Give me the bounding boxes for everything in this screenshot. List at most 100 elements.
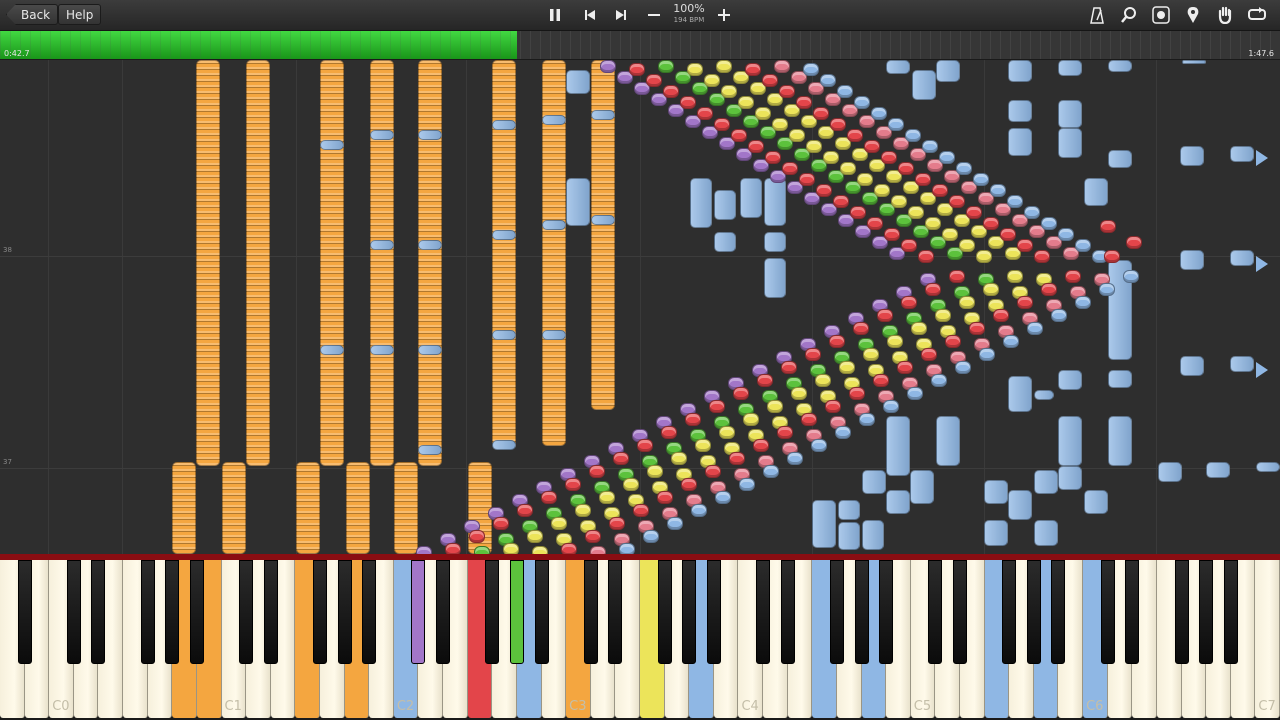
black-key[interactable]: [362, 560, 377, 664]
tempo-increase-icon[interactable]: [712, 3, 736, 27]
zoom-icon[interactable]: [1117, 3, 1141, 27]
note-head: [925, 217, 941, 230]
note-head: [939, 151, 955, 164]
black-key[interactable]: [1051, 560, 1066, 664]
note-block: [910, 470, 934, 504]
note-block: [1206, 462, 1230, 478]
help-button[interactable]: Help: [58, 4, 102, 25]
note-head: [647, 465, 663, 478]
note-head: [949, 195, 965, 208]
black-key[interactable]: [682, 560, 697, 664]
note-head: [619, 543, 635, 554]
black-key[interactable]: [509, 560, 524, 664]
note-head: [643, 530, 659, 543]
note-block: [812, 500, 836, 548]
note-head: [857, 173, 873, 186]
black-key[interactable]: [436, 560, 451, 664]
white-key[interactable]: [1255, 560, 1280, 718]
black-key[interactable]: [706, 560, 721, 664]
black-key[interactable]: [879, 560, 894, 664]
note-head: [1104, 250, 1120, 263]
note-head: [830, 118, 846, 131]
note-stack: [320, 60, 344, 466]
skip-forward-icon[interactable]: [609, 3, 633, 27]
note-head: [503, 543, 519, 554]
black-key[interactable]: [657, 560, 672, 664]
tempo-decrease-icon[interactable]: [642, 3, 666, 27]
timeline-scrubber[interactable]: 0:42.7 1:47.6: [0, 31, 1280, 60]
note-head: [697, 107, 713, 120]
loop-icon[interactable]: [1245, 3, 1269, 27]
note-head: [753, 439, 769, 452]
note-head: [1000, 228, 1016, 241]
note-head: [685, 413, 701, 426]
black-key[interactable]: [17, 560, 32, 664]
black-key[interactable]: [485, 560, 500, 664]
black-key[interactable]: [854, 560, 869, 664]
metronome-icon[interactable]: [1085, 3, 1109, 27]
note-head: [816, 184, 832, 197]
black-key[interactable]: [91, 560, 106, 664]
note-head: [873, 374, 889, 387]
black-key[interactable]: [239, 560, 254, 664]
skip-back-icon[interactable]: [578, 3, 602, 27]
black-key[interactable]: [953, 560, 967, 664]
black-key[interactable]: [583, 560, 598, 664]
note-head: [801, 413, 817, 426]
note-head: [815, 374, 831, 387]
bar-number-upper: 38: [3, 246, 12, 254]
note-head: [911, 322, 927, 335]
black-key[interactable]: [1174, 560, 1189, 664]
hand-icon[interactable]: [1213, 3, 1237, 27]
note-head: [416, 546, 432, 554]
note-head: [806, 140, 822, 153]
piano-keyboard[interactable]: C0 C1 C2 C3 C4 C5 C6 C7: [0, 560, 1280, 720]
note-head: [1017, 296, 1033, 309]
note-block: [320, 345, 344, 355]
note-head: [993, 309, 1009, 322]
location-marker-icon[interactable]: [1181, 3, 1205, 27]
note-block: [838, 500, 860, 520]
note-head: [469, 530, 485, 543]
grid-line: [48, 60, 49, 554]
note-block: [1230, 356, 1254, 372]
note-head: [931, 374, 947, 387]
tempo-bpm: 194 BPM: [673, 16, 705, 24]
note-head: [901, 239, 917, 252]
black-key[interactable]: [313, 560, 327, 664]
black-key[interactable]: [829, 560, 844, 664]
label-toggle-icon[interactable]: [1149, 3, 1173, 27]
black-key[interactable]: [1125, 560, 1140, 664]
octave-label: C6: [1086, 699, 1104, 714]
black-key[interactable]: [928, 560, 943, 664]
note-block: [1034, 390, 1054, 400]
note-block: [492, 330, 516, 340]
black-key[interactable]: [608, 560, 623, 664]
back-button[interactable]: Back: [6, 4, 59, 25]
black-key[interactable]: [66, 560, 81, 664]
note-head: [757, 374, 773, 387]
black-key[interactable]: [140, 560, 155, 664]
note-block: [862, 470, 886, 494]
black-key[interactable]: [263, 560, 278, 664]
note-block: [1158, 462, 1182, 482]
note-head: [527, 530, 543, 543]
pause-icon[interactable]: [543, 3, 567, 27]
note-head: [932, 184, 948, 197]
black-key[interactable]: [165, 560, 180, 664]
black-key[interactable]: [1100, 560, 1115, 664]
note-head: [765, 151, 781, 164]
black-key[interactable]: [337, 560, 352, 664]
black-key[interactable]: [756, 560, 771, 664]
black-key[interactable]: [189, 560, 204, 664]
black-key[interactable]: [411, 560, 426, 664]
black-key[interactable]: [534, 560, 549, 664]
note-block: [1182, 60, 1206, 64]
black-key[interactable]: [1199, 560, 1214, 664]
note-head: [884, 228, 900, 241]
note-head: [864, 140, 880, 153]
black-key[interactable]: [1026, 560, 1041, 664]
black-key[interactable]: [1002, 560, 1017, 664]
black-key[interactable]: [1223, 560, 1238, 664]
black-key[interactable]: [780, 560, 795, 664]
